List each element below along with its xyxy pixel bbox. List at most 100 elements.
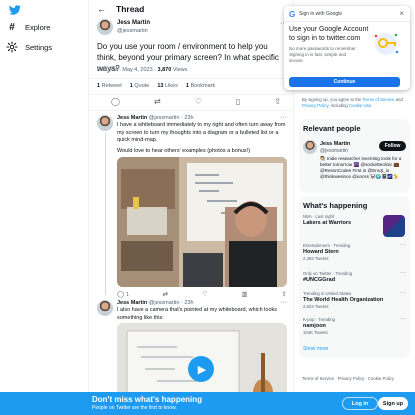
relevant-people-card: Relevant people Jess Martin @jessmartin …	[299, 119, 410, 193]
bookmark-icon[interactable]: ▯	[236, 97, 240, 106]
whats-happening-card: What's happening NBA · Last night Lakers…	[299, 196, 410, 358]
nav-settings[interactable]: Settings	[6, 41, 52, 53]
share-icon[interactable]: ⇧	[274, 97, 281, 106]
trend-meta: K-pop · Trending	[303, 317, 336, 322]
trend-item[interactable]: K-pop · Trending namjoon 104K Tweets	[303, 317, 403, 335]
google-g-icon: G	[289, 10, 296, 19]
author-handle[interactable]: @jessmartin · 23h	[149, 300, 194, 306]
stat-label: Retweet	[100, 83, 122, 89]
trend-item[interactable]: NBA · Last night Lakers at Warriors	[303, 214, 383, 226]
reply-text-2: Would love to hear others' examples (pho…	[117, 148, 251, 154]
more-icon[interactable]: ···	[280, 114, 287, 121]
trend-topic: Lakers at Warriors	[303, 220, 352, 226]
left-nav: # Explore Settings	[0, 0, 88, 415]
views-icon[interactable]: ▥	[242, 290, 248, 298]
person-handle[interactable]: @jessmartin	[320, 148, 348, 154]
trend-meta: Trending in United States	[303, 291, 352, 296]
avatar[interactable]	[97, 300, 113, 316]
google-key-illustration-icon	[372, 30, 400, 58]
signup-button[interactable]: Sign up	[378, 397, 408, 410]
trend-thumbnail	[383, 215, 405, 237]
more-icon[interactable]: ···	[400, 242, 406, 248]
trend-item[interactable]: Entertainment · Trending Howard Stern 2,…	[303, 243, 403, 261]
stat-label: Likes	[163, 83, 178, 89]
trend-item[interactable]: Trending in United States The World Heal…	[303, 291, 403, 309]
views-label: Views	[171, 67, 188, 73]
author-name[interactable]: Jess Martin	[117, 115, 147, 121]
privacy-link[interactable]: Privacy Policy	[302, 103, 328, 108]
right-sidebar: G Sign in with Google × Use your Google …	[284, 0, 415, 415]
stat-likes[interactable]: 13 Likes	[157, 83, 178, 89]
trend-item[interactable]: Only on Twitter · Trending #UNCGGrad	[303, 271, 403, 283]
reply-count: 1	[126, 292, 129, 298]
divider	[89, 94, 293, 95]
thread-column: ← Thread Jess Martin @jessmartin ··· Do …	[88, 0, 294, 415]
hashtag-icon: #	[9, 22, 15, 33]
divider	[89, 110, 293, 111]
stat-label: Quote	[132, 83, 150, 89]
reply-text: I have a whiteboard immediately to my ri…	[117, 122, 286, 143]
stat-retweets[interactable]: 1 Retweet	[97, 83, 122, 89]
like-icon[interactable]: ♡	[202, 290, 208, 298]
google-continue-button[interactable]: Continue	[289, 77, 400, 87]
stat-bookmarks[interactable]: 1 Bookmark	[186, 83, 215, 89]
nav-explore[interactable]: # Explore	[6, 22, 50, 33]
gear-icon	[6, 41, 18, 53]
signup-terms: By signing up, you agree to the Terms of…	[302, 97, 410, 108]
follow-button[interactable]: Follow	[379, 141, 406, 151]
twitter-logo-icon[interactable]	[9, 4, 21, 16]
trend-count: 104K Tweets	[303, 330, 328, 335]
tweet-photo[interactable]	[117, 157, 287, 287]
play-button[interactable]: ▶	[188, 356, 214, 382]
avatar[interactable]	[97, 19, 113, 35]
bottom-bar-subtitle: People on Twitter are the first to know.	[92, 405, 177, 411]
reply-text: I also have a camera that's pointed at m…	[117, 307, 278, 321]
terms-link[interactable]: Terms of Service	[362, 97, 394, 102]
back-arrow-icon[interactable]: ←	[97, 4, 106, 14]
tweet-timestamp: 2:41 PM · May 4, 2023 · 3,870 Views	[97, 67, 187, 73]
more-icon[interactable]: ···	[280, 299, 287, 306]
google-dialog-header: Sign in with Google	[299, 11, 343, 17]
trend-topic: #UNCGGrad	[303, 277, 336, 283]
timestamp-text[interactable]: 2:41 PM · May 4, 2023 ·	[97, 67, 158, 73]
retweet-icon[interactable]: ⇄	[154, 97, 161, 106]
like-icon[interactable]: ♡	[195, 97, 202, 106]
person-name[interactable]: Jess Martin	[320, 141, 350, 147]
author-handle[interactable]: @jessmartin	[117, 28, 148, 34]
trend-meta: Entertainment · Trending	[303, 243, 351, 248]
trend-topic: Howard Stern	[303, 249, 339, 255]
more-icon[interactable]: ···	[400, 270, 406, 276]
more-icon[interactable]: ···	[400, 316, 406, 322]
footer-line[interactable]: Terms of Service Privacy Policy Cookie P…	[302, 376, 412, 382]
retweet-icon[interactable]: ⇄	[163, 290, 168, 298]
trend-topic: namjoon	[303, 323, 326, 329]
show-more-link[interactable]: Show more	[303, 346, 328, 352]
divider	[284, 21, 410, 22]
nav-explore-label: Explore	[25, 23, 51, 32]
trend-count: 2,624 Tweets	[303, 304, 329, 309]
reply-icon[interactable]: ◯ 1	[117, 290, 129, 298]
terms-text: and	[394, 97, 403, 102]
relevant-people-title: Relevant people	[303, 124, 361, 133]
avatar[interactable]	[97, 115, 113, 131]
author-name[interactable]: Jess Martin	[117, 300, 147, 306]
stat-label: Bookmark	[188, 83, 216, 89]
google-dialog-title: Use your Google Account to sign in to tw…	[289, 26, 369, 42]
trend-meta: NBA · Last night	[303, 214, 335, 219]
tweet-stats: 1 Retweet 1 Quote 13 Likes 1 Bookmark	[97, 83, 215, 89]
stat-quotes[interactable]: 1 Quote	[130, 83, 150, 89]
login-button[interactable]: Log in	[342, 397, 378, 410]
author-name[interactable]: Jess Martin	[117, 20, 150, 26]
author-handle[interactable]: @jessmartin · 23h	[149, 115, 194, 121]
more-icon[interactable]: ···	[400, 290, 406, 296]
terms-text: By signing up, you agree to the	[302, 97, 363, 102]
reply-header: Jess Martin @jessmartin · 23h	[117, 300, 194, 306]
reply-icon[interactable]: ◯	[111, 97, 120, 106]
share-icon[interactable]: ⇧	[282, 290, 287, 298]
play-icon: ▶	[197, 363, 207, 376]
close-icon[interactable]: ×	[399, 9, 404, 18]
avatar[interactable]	[303, 140, 317, 154]
divider	[89, 78, 293, 79]
whats-happening-title: What's happening	[303, 201, 368, 210]
cookie-link[interactable]: Cookie Use	[349, 103, 371, 108]
